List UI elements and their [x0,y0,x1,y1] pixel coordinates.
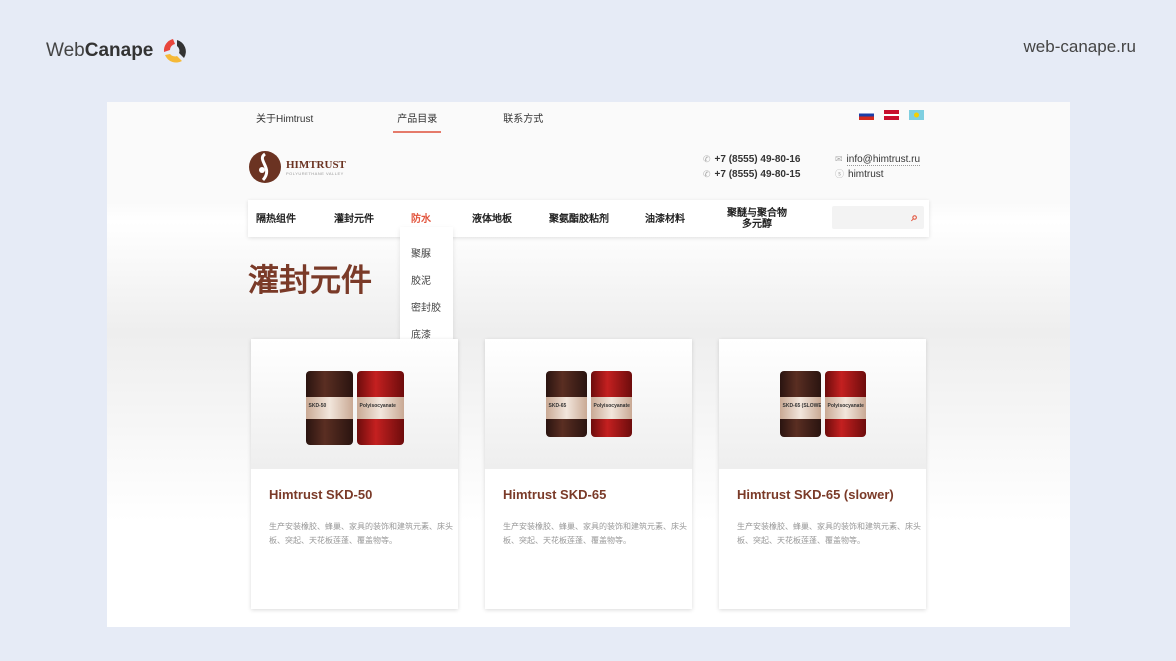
barrel-red: Polyisocyanate [590,371,632,437]
product-image: SKD-65 (SLOWER) Polyisocyanate [719,339,926,469]
dropdown-menu: 聚脲 胶泥 密封胶 底漆 [400,227,453,357]
barrel-red: Polyisocyanate [824,371,866,437]
main-menu: 隔热组件 灌封元件 防水 液体地板 聚氨酯胶粘剂 油漆材料 聚醚与聚合物多元醇 … [248,200,929,237]
topnav-about[interactable]: 关于Himtrust [256,110,313,133]
phone-1-text: +7 (8555) 49-80-16 [714,154,801,165]
mail-icon: ✉ [835,154,843,164]
barrel-label: Polyisocyanate [356,397,404,419]
skype-text: himtrust [848,169,884,180]
product-title[interactable]: Himtrust SKD-65 [503,487,606,502]
barrel-label: Polyisocyanate [590,397,632,419]
skype-link[interactable]: ⓢ himtrust [835,167,920,182]
barrel-dark: SKD-65 [545,371,587,437]
product-description: 生产安装橡胶、蜂巢、家具的装饰和建筑元素、床头板、突起、天花板莲蓬、覆盖物等。 [503,522,687,545]
topnav-contacts[interactable]: 联系方式 [503,110,543,133]
barrel-dark: SKD-65 (SLOWER) [779,371,821,437]
barrel-label: SKD-50 [305,397,353,419]
menu-item-insulation[interactable]: 隔热组件 [256,210,296,225]
search-input[interactable]: ⌕ [832,206,924,229]
flag-uk-icon[interactable] [884,110,899,120]
product-image: SKD-65 Polyisocyanate [485,339,692,469]
webcanape-logo: WebCanape [46,36,189,66]
product-description: 生产安装橡胶、蜂巢、家具的装饰和建筑元素、床头板、突起、天花板莲蓬、覆盖物等。 [737,522,921,545]
flag-kz-icon[interactable] [909,110,924,120]
barrel-label: SKD-65 [545,397,587,419]
search-icon[interactable]: ⌕ [911,210,918,225]
menu-item-liquid-floor[interactable]: 液体地板 [472,210,512,225]
logo-tagline: POLYURETHANE VALLEY [286,170,344,176]
menu-item-paint[interactable]: 油漆材料 [645,210,685,225]
dropdown-item[interactable]: 胶泥 [411,272,431,287]
phone-1[interactable]: ✆ +7 (8555) 49-80-16 [703,152,800,167]
product-description: 生产安装橡胶、蜂巢、家具的装饰和建筑元素、床头板、突起、天花板莲蓬、覆盖物等。 [269,522,453,545]
barrel-red: Polyisocyanate [356,371,404,445]
dropdown-item[interactable]: 聚脲 [411,245,431,260]
brand-swirl-icon [164,39,187,63]
skype-icon: ⓢ [835,169,845,179]
dropdown-item[interactable]: 密封胶 [411,299,441,314]
product-title[interactable]: Himtrust SKD-50 [269,487,372,502]
menu-item-potting[interactable]: 灌封元件 [334,210,374,225]
phone-icon: ✆ [703,169,711,179]
menu-item-adhesive[interactable]: 聚氨酯胶粘剂 [549,210,609,225]
himtrust-emblem-icon [249,151,281,183]
email-link[interactable]: ✉ info@himtrust.ru [835,152,921,167]
barrel-dark: SKD-50 [305,371,353,445]
page-title: 灌封元件 [248,263,372,298]
flag-ru-icon[interactable] [859,110,874,120]
product-card[interactable]: SKD-65 Polyisocyanate Himtrust SKD-65 生产… [485,339,692,609]
himtrust-logo[interactable]: HIMTRUST POLYURETHANE VALLEY [248,150,346,184]
product-title[interactable]: Himtrust SKD-65 (slower) [737,487,894,502]
email-text: info@himtrust.ru [846,154,921,166]
phone-icon: ✆ [703,154,711,164]
product-card[interactable]: SKD-50 Polyisocyanate Himtrust SKD-50 生产… [251,339,458,609]
top-nav: 关于Himtrust 产品目录 联系方式 [256,110,543,133]
website-screenshot: 关于Himtrust 产品目录 联系方式 HIMTRUST POLYURETHAN… [107,102,1070,627]
barrel-label: Polyisocyanate [824,397,866,419]
topnav-catalog[interactable]: 产品目录 [393,110,442,133]
menu-item-polyols[interactable]: 聚醚与聚合物多元醇 [724,208,790,230]
site-url: web-canape.ru [1023,37,1136,56]
menu-item-waterproofing[interactable]: 防水 [411,210,431,225]
barrel-label: SKD-65 (SLOWER) [779,397,821,419]
brand-bold: Canape [84,40,154,61]
logo-name: HIMTRUST [286,158,346,171]
brand-prefix: Web [46,40,85,61]
product-image: SKD-50 Polyisocyanate [251,339,458,469]
product-card[interactable]: SKD-65 (SLOWER) Polyisocyanate Himtrust … [719,339,926,609]
phone-2[interactable]: ✆ +7 (8555) 49-80-15 [703,167,800,182]
phone-2-text: +7 (8555) 49-80-15 [714,169,801,180]
